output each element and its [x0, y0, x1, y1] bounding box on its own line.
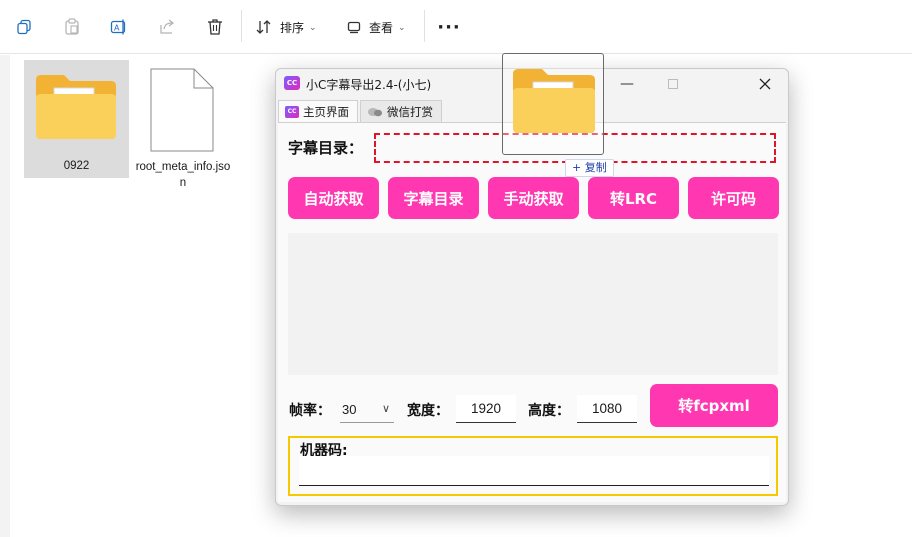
close-button[interactable]	[742, 69, 788, 99]
more-options-button[interactable]: ···	[437, 13, 461, 41]
sort-button[interactable]: 排序 ⌄	[256, 13, 317, 41]
navigation-pane-edge	[0, 55, 10, 537]
file-item[interactable]: root_meta_info.json	[134, 60, 232, 195]
framerate-label: 帧率：	[289, 403, 331, 419]
machine-code-group: 机器码:	[288, 436, 778, 496]
folder-icon	[36, 75, 116, 139]
folder-item[interactable]: 0922	[24, 60, 129, 178]
convert-fcpxml-button[interactable]: 转fcpxml	[650, 384, 778, 427]
delete-icon[interactable]	[203, 13, 227, 41]
sort-label: 排序	[280, 20, 305, 35]
tab-label: 主页界面	[303, 104, 349, 119]
tab-label: 微信打赏	[387, 104, 433, 119]
convert-lrc-button[interactable]: 转LRC	[588, 177, 679, 219]
file-icon	[150, 68, 214, 152]
license-code-button[interactable]: 许可码	[688, 177, 779, 219]
height-input[interactable]: 1080	[577, 395, 637, 423]
file-name: root_meta_info.json	[135, 161, 231, 189]
chevron-down-icon: ∨	[381, 403, 390, 415]
toolbar-divider	[241, 10, 242, 42]
tab-home[interactable]: CC 主页界面	[278, 100, 358, 122]
subtitle-dir-label: 字幕目录：	[288, 139, 364, 157]
width-label: 宽度：	[407, 403, 449, 419]
svg-text:A: A	[114, 24, 120, 33]
share-icon[interactable]	[155, 13, 179, 41]
toolbar-divider	[424, 10, 425, 42]
height-label: 高度：	[528, 403, 570, 419]
tab-bar: CC 主页界面 微信打赏	[278, 100, 444, 122]
framerate-select[interactable]: 30 ∨	[340, 397, 394, 423]
minimize-button[interactable]: —	[604, 69, 650, 99]
close-icon	[759, 78, 771, 90]
more-icon: ···	[437, 16, 461, 38]
view-label: 查看	[369, 20, 394, 35]
copy-icon[interactable]	[12, 13, 36, 41]
machine-code-input[interactable]	[299, 456, 769, 486]
auto-fetch-button[interactable]: 自动获取	[288, 177, 379, 219]
chevron-down-icon: ⌄	[309, 22, 317, 33]
view-icon	[347, 21, 361, 34]
sort-icon	[256, 20, 271, 34]
subtitle-dir-button[interactable]: 字幕目录	[388, 177, 479, 219]
copy-drop-tooltip: + 复制	[565, 159, 614, 177]
width-input[interactable]: 1920	[456, 395, 516, 423]
output-log-area[interactable]	[288, 233, 778, 375]
drag-preview	[502, 53, 604, 155]
chevron-down-icon: ⌄	[398, 22, 406, 33]
folder-name: 0922	[63, 160, 90, 172]
rename-icon[interactable]: A	[107, 13, 131, 41]
app-logo-icon: CC	[285, 105, 299, 118]
folder-icon	[513, 69, 595, 133]
minimize-icon: —	[620, 76, 634, 92]
explorer-toolbar: A 排序 ⌄ 查看 ⌄ ···	[0, 0, 912, 54]
framerate-value: 30	[342, 402, 357, 417]
manual-fetch-button[interactable]: 手动获取	[488, 177, 579, 219]
app-logo-icon: CC	[284, 76, 300, 90]
wechat-icon	[368, 107, 382, 116]
view-button[interactable]: 查看 ⌄	[347, 13, 406, 41]
window-title: 小C字幕导出2.4-(小七)	[306, 78, 432, 92]
maximize-icon	[668, 79, 678, 89]
tab-wechat-tip[interactable]: 微信打赏	[360, 100, 442, 122]
maximize-button[interactable]	[650, 69, 696, 99]
paste-icon[interactable]	[60, 13, 84, 41]
